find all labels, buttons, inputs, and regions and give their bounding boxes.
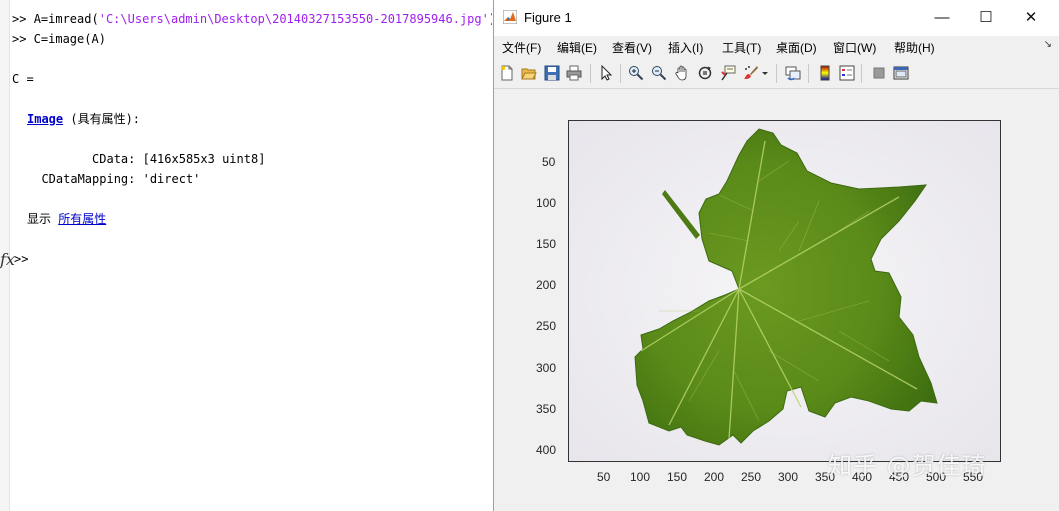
menu-insert[interactable]: 插入(I) xyxy=(668,39,703,56)
toolbar-separator xyxy=(808,64,809,83)
y-tick-label: 50 xyxy=(542,155,556,169)
figure-menubar: 文件(F) 编辑(E) 查看(V) 插入(I) 工具(T) 桌面(D) 窗口(W… xyxy=(494,36,1059,58)
colorbar-icon[interactable] xyxy=(815,63,835,83)
data-cursor-icon[interactable] xyxy=(718,63,738,83)
command-text: A=imread( xyxy=(33,12,99,26)
y-tick-label: 250 xyxy=(536,319,557,333)
save-icon[interactable] xyxy=(542,63,562,83)
brush-dropdown-icon[interactable] xyxy=(760,63,770,83)
menu-dock-arrow-icon[interactable]: ↘ xyxy=(1044,39,1052,50)
command-window[interactable]: >> A=imread('C:\Users\admin\Desktop\2014… xyxy=(0,0,492,511)
menu-edit[interactable]: 编辑(E) xyxy=(557,39,597,56)
leaf-image xyxy=(569,121,1000,461)
toolbar-separator xyxy=(620,64,621,83)
x-tick-label: 300 xyxy=(778,470,799,484)
show-plot-tools-icon[interactable] xyxy=(891,63,911,83)
menu-window[interactable]: 窗口(W) xyxy=(833,39,876,56)
axes[interactable] xyxy=(568,120,1001,462)
pan-icon[interactable] xyxy=(672,63,692,83)
rotate-icon[interactable] xyxy=(695,63,715,83)
link-plot-icon[interactable] xyxy=(783,63,803,83)
x-tick-label: 100 xyxy=(630,470,651,484)
figure-toolbar xyxy=(494,59,1059,89)
menu-view[interactable]: 查看(V) xyxy=(612,39,652,56)
show-label: 显示 xyxy=(27,212,59,226)
x-tick-label: 50 xyxy=(597,470,611,484)
output-cdatamapping: CDataMapping: 'direct' xyxy=(27,172,201,186)
figure-canvas[interactable]: 50 100 150 200 250 300 350 400 50 100 15… xyxy=(494,89,1059,511)
pointer-icon[interactable] xyxy=(596,63,616,83)
function-browser-icon[interactable]: fx xyxy=(0,250,15,269)
command-text-end: ); xyxy=(489,12,492,26)
minimize-button[interactable]: — xyxy=(919,6,965,30)
close-button[interactable]: ✕ xyxy=(1008,6,1054,30)
toolbar-separator xyxy=(590,64,591,83)
menu-desktop[interactable]: 桌面(D) xyxy=(776,39,817,56)
matlab-logo-icon xyxy=(503,10,517,24)
hide-plot-tools-icon[interactable] xyxy=(869,63,889,83)
output-object-line: Image (具有属性): xyxy=(27,111,140,127)
menu-tools[interactable]: 工具(T) xyxy=(722,39,761,56)
image-class-link[interactable]: Image xyxy=(27,112,63,126)
command-line-1: >> A=imread('C:\Users\admin\Desktop\2014… xyxy=(12,11,492,27)
menu-file[interactable]: 文件(F) xyxy=(502,39,541,56)
zoom-in-icon[interactable] xyxy=(626,63,646,83)
output-properties-label: (具有属性): xyxy=(63,112,141,126)
y-tick-label: 300 xyxy=(536,361,557,375)
maximize-button[interactable]: ☐ xyxy=(963,6,1009,30)
new-figure-icon[interactable] xyxy=(497,63,517,83)
brush-icon[interactable] xyxy=(741,63,761,83)
y-tick-label: 200 xyxy=(536,278,557,292)
zoom-out-icon[interactable] xyxy=(649,63,669,83)
x-tick-label: 200 xyxy=(704,470,725,484)
string-literal: 'C:\Users\admin\Desktop\20140327153550-2… xyxy=(98,12,489,26)
x-tick-label: 250 xyxy=(741,470,762,484)
figure-titlebar[interactable]: Figure 1 — ☐ ✕ xyxy=(494,0,1059,36)
y-tick-label: 150 xyxy=(536,237,557,251)
y-tick-label: 400 xyxy=(536,443,557,457)
y-tick-label: 100 xyxy=(536,196,557,210)
open-icon[interactable] xyxy=(519,63,539,83)
menu-help[interactable]: 帮助(H) xyxy=(894,39,935,56)
toolbar-separator xyxy=(776,64,777,83)
watermark: 知乎 @贺佳琦 xyxy=(828,452,987,480)
prompt: >> xyxy=(12,12,34,26)
legend-icon[interactable] xyxy=(837,63,857,83)
toolbar-separator xyxy=(861,64,862,83)
figure-window: Figure 1 — ☐ ✕ 文件(F) 编辑(E) 查看(V) 插入(I) 工… xyxy=(493,0,1059,511)
y-tick-label: 350 xyxy=(536,402,557,416)
output-var-name: C = xyxy=(12,72,34,86)
command-line-2: >> C=image(A) xyxy=(12,32,106,46)
print-icon[interactable] xyxy=(564,63,584,83)
figure-title: Figure 1 xyxy=(524,10,572,25)
show-all-properties-line: 显示 所有属性 xyxy=(27,211,106,227)
all-properties-link[interactable]: 所有属性 xyxy=(58,212,106,226)
command-prompt[interactable]: >> xyxy=(14,251,28,267)
output-cdata: CData: [416x585x3 uint8] xyxy=(27,152,266,166)
x-tick-label: 150 xyxy=(667,470,688,484)
